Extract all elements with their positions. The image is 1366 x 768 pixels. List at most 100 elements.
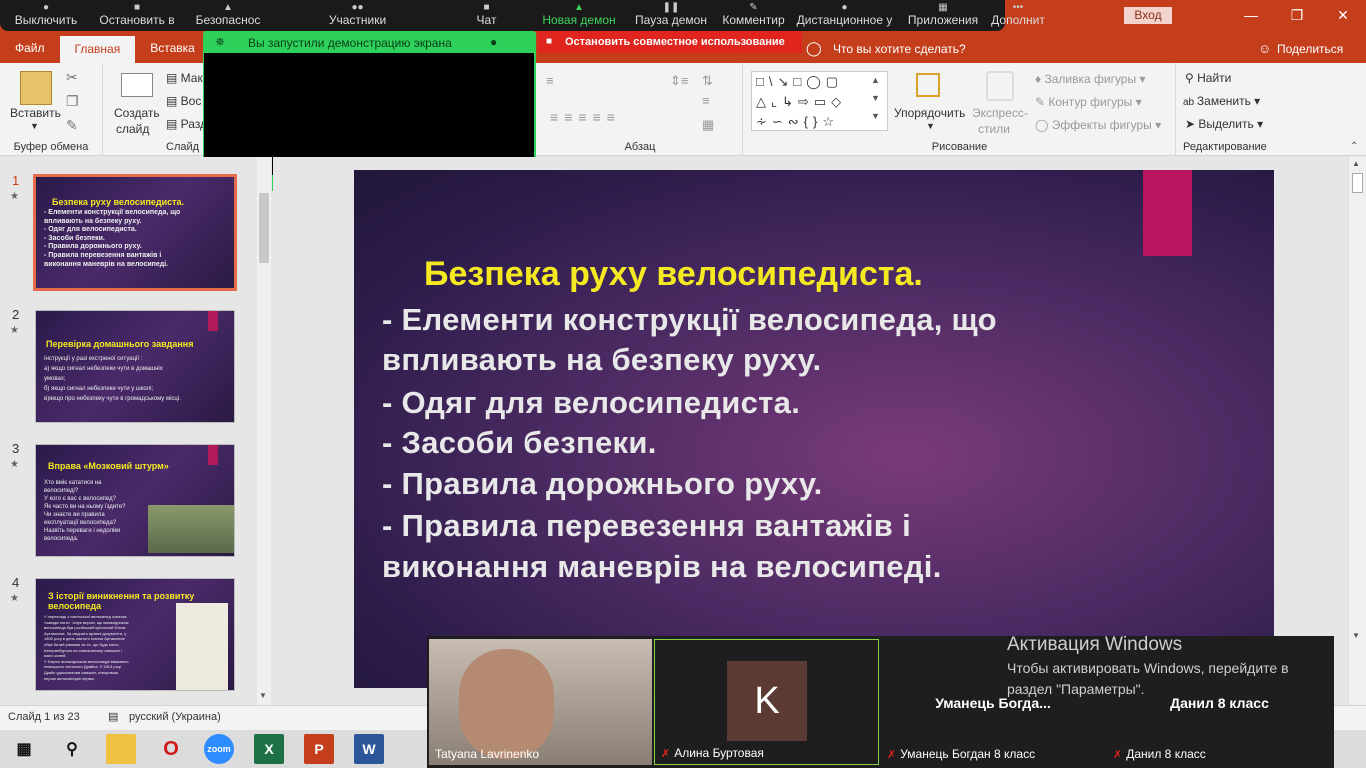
close-icon[interactable]: ✕ xyxy=(1320,0,1366,32)
slide-thumbnail-2[interactable]: Перевірка домашнього завдання Інструкції… xyxy=(35,310,235,423)
section-button[interactable]: ▤ Разд xyxy=(166,117,207,131)
paste-button[interactable]: Вставить xyxy=(10,106,61,120)
word-icon[interactable]: W xyxy=(354,734,384,764)
select-button[interactable]: ➤ Выделить ▾ xyxy=(1185,117,1263,131)
video-tile-tatyana[interactable]: Tatyana Lavrinenko xyxy=(429,639,652,765)
spellcheck-icon[interactable]: ▤ xyxy=(108,710,118,723)
file-explorer-icon[interactable] xyxy=(106,734,136,764)
reset-button[interactable]: ▤ Вос xyxy=(166,94,201,108)
zoom-annotate-button[interactable]: ✎ Комментир xyxy=(716,0,791,31)
tab-home[interactable]: Главная xyxy=(59,36,136,63)
slide-thumbnail-3[interactable]: Вправа «Мозковий штурм» Хто вміє кататис… xyxy=(35,444,235,557)
thumb-accent xyxy=(208,445,218,465)
pen-icon: ✎ xyxy=(1035,95,1049,109)
chevron-down-icon[interactable]: ▼ xyxy=(30,121,39,131)
powerpoint-icon[interactable]: P xyxy=(304,734,334,764)
format-painter-icon[interactable]: ✎ xyxy=(66,117,78,134)
participant-name: Tatyana Lavrinenko xyxy=(435,747,540,761)
minimize-share-icon[interactable]: ✵ xyxy=(215,35,225,49)
zoom-more-button[interactable]: ••• Дополнит xyxy=(988,0,1048,31)
windows-start-icon[interactable]: ▦ xyxy=(9,734,39,764)
layout-button[interactable]: ▤ Мак xyxy=(166,71,203,85)
collapse-ribbon-icon[interactable]: ⌃ xyxy=(1350,141,1358,152)
new-slide-icon[interactable] xyxy=(121,73,153,97)
shapes-gallery[interactable]: □\↘□◯▢ △⌞↳⇨▭◇ ∻∽∾{}☆ xyxy=(751,71,888,131)
restore-icon[interactable]: ❐ xyxy=(1274,0,1320,32)
lightbulb-icon: ◯ xyxy=(806,40,822,56)
slide-scrollbar[interactable]: ▲ ▼ xyxy=(1348,157,1366,705)
zoom-participants-button[interactable]: ●● Участники xyxy=(274,0,441,31)
paragraph-group-label: Абзац xyxy=(624,141,656,153)
video-tile-alina[interactable]: K ✗ Алина Буртовая xyxy=(654,639,879,765)
slide-thumbnail-1[interactable]: Безпека руху велосипедиста. - Елементи к… xyxy=(33,174,237,291)
text-direction-icon[interactable]: ⇅ xyxy=(702,73,713,89)
thumb-title: Перевірка домашнього завдання xyxy=(46,339,194,349)
alignment-icons[interactable]: ≡≡≡≡≡ xyxy=(550,109,621,125)
excel-icon[interactable]: X xyxy=(254,734,284,764)
zoom-pause-share-button[interactable]: ❚❚ Пауза демон xyxy=(626,0,716,31)
new-slide-label[interactable]: слайд xyxy=(116,122,149,136)
slide-bullet-line: виконання маневрів на велосипеді. xyxy=(382,549,942,584)
microphone-icon: ● xyxy=(42,2,50,13)
align-text-icon[interactable]: ≡ xyxy=(702,93,710,108)
login-button[interactable]: Вход xyxy=(1124,7,1172,24)
tell-me-search[interactable]: Что вы хотите сделать? xyxy=(833,42,966,56)
slide-title[interactable]: Безпека руху велосипедиста. xyxy=(424,255,923,294)
search-icon[interactable]: ⚲ xyxy=(57,734,87,764)
arrange-icon[interactable] xyxy=(916,73,940,97)
minimize-icon[interactable]: — xyxy=(1228,0,1274,32)
opera-icon[interactable]: O xyxy=(156,734,186,764)
scroll-up-icon[interactable]: ▲ xyxy=(1352,159,1360,168)
zoom-apps-button[interactable]: ▦ Приложения xyxy=(898,0,988,31)
zoom-chat-button[interactable]: ■ Чат xyxy=(441,0,532,31)
scroll-down-icon[interactable]: ▼ xyxy=(259,691,267,700)
quick-styles-label[interactable]: стили xyxy=(978,122,1010,136)
slide-scroll-thumb[interactable] xyxy=(1352,173,1363,193)
thumb-body: Хто вміє кататися на велосипеді? У кого є … xyxy=(44,480,126,542)
thumb-body: Інструкції у разі екстреної ситуації : а)… xyxy=(44,356,181,402)
cut-icon[interactable]: ✂ xyxy=(66,69,78,86)
language-indicator[interactable]: русский (Украина) xyxy=(129,711,221,723)
tab-file[interactable]: Файл xyxy=(0,34,60,63)
drawing-group: □\↘□◯▢ △⌞↳⇨▭◇ ∻∽∾{}☆ ▲ ▼ ▼ Упорядочить ▼ Экс… xyxy=(744,63,1176,155)
share-button[interactable]: Поделиться xyxy=(1277,42,1343,56)
apps-icon: ▦ xyxy=(938,2,948,13)
slide-thumbnails-pane: ▼ 1 ★ Безпека руху велосипедиста. - Елем… xyxy=(0,157,272,705)
copy-icon[interactable]: ❐ xyxy=(66,93,79,110)
zoom-mute-button[interactable]: ● Выключить xyxy=(0,0,92,31)
zoom-app-icon[interactable]: zoom xyxy=(204,734,234,764)
find-button[interactable]: ⚲ Найти xyxy=(1185,71,1231,85)
zoom-remote-control-button[interactable]: ● Дистанционное у xyxy=(791,0,898,31)
paragraph-group: ≡ ⇕≡ ⇅ ≡ ≡≡≡≡≡ ▦ Абзац xyxy=(538,63,743,155)
zoom-new-share-button[interactable]: ▲ Новая демон xyxy=(532,0,626,31)
quick-styles-icon[interactable] xyxy=(986,71,1014,101)
zoom-security-button[interactable]: ▲ Безопаснос xyxy=(182,0,274,31)
thumbnails-scroll-thumb[interactable] xyxy=(259,193,269,263)
stop-share-button[interactable]: ■ Остановить совместное использование xyxy=(538,31,802,53)
replace-button[interactable]: ab Заменить ▾ xyxy=(1183,94,1260,108)
shape-effects-button[interactable]: ◯ Эффекты фигуры ▾ xyxy=(1035,118,1161,132)
new-slide-button[interactable]: Создать xyxy=(114,106,160,120)
scroll-down-icon[interactable]: ▼ xyxy=(1352,631,1360,640)
shapes-scroll-icon[interactable]: ▲ ▼ ▼ xyxy=(871,71,880,125)
shield-icon: ▲ xyxy=(223,2,233,13)
share-bar-title: Вы запустили демонстрацию экрана xyxy=(248,36,452,50)
slide-thumbnail-4[interactable]: З історії виникнення та розвитку велосип… xyxy=(35,578,235,691)
tab-insert[interactable]: Вставка xyxy=(135,34,210,63)
smartart-icon[interactable]: ▦ xyxy=(702,117,714,133)
shape-outline-button[interactable]: ✎ Контур фигуры ▾ xyxy=(1035,95,1142,109)
shape-fill-button[interactable]: ♦ Заливка фигуры ▾ xyxy=(1035,72,1145,86)
line-spacing-icon[interactable]: ⇕≡ xyxy=(670,73,688,89)
paste-icon[interactable] xyxy=(20,71,52,105)
replace-icon: ab xyxy=(1183,97,1197,108)
zoom-stop-video-button[interactable]: ■ Остановить в xyxy=(92,0,182,31)
thumbnails-scrollbar[interactable]: ▼ xyxy=(257,157,271,705)
quick-styles-button[interactable]: Экспресс- xyxy=(972,106,1028,120)
participants-icon: ●● xyxy=(351,2,364,13)
list-icon[interactable]: ≡ xyxy=(546,73,554,88)
editing-group-label: Редактирование xyxy=(1183,141,1267,153)
chevron-down-icon[interactable]: ▼ xyxy=(926,121,935,131)
arrange-button[interactable]: Упорядочить xyxy=(894,106,965,120)
chat-icon: ■ xyxy=(483,2,490,13)
thumb-title: Вправа «Мозковий штурм» xyxy=(48,461,169,471)
